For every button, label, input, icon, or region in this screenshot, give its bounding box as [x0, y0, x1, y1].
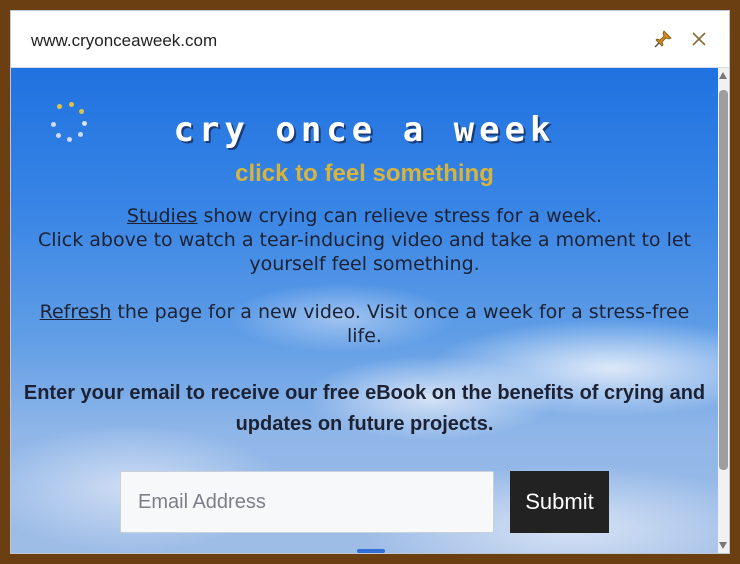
- url-label: www.cryonceaweek.com: [31, 31, 218, 50]
- browser-popup-window: www.cryonceaweek.com cry once a week cli…: [10, 10, 730, 554]
- signup-text: Enter your email to receive our free eBo…: [23, 382, 706, 435]
- refresh-text: the page for a new video. Visit once a w…: [111, 301, 690, 347]
- scrollbar[interactable]: [718, 68, 729, 553]
- scrollbar-thumb[interactable]: [719, 90, 728, 470]
- refresh-link[interactable]: Refresh: [40, 301, 112, 323]
- feel-something-link[interactable]: click to feel something: [11, 160, 718, 188]
- page-content: cry once a week click to feel something …: [11, 68, 718, 553]
- close-icon[interactable]: [687, 27, 711, 51]
- scroll-down-arrow-icon[interactable]: [719, 542, 727, 549]
- title-bar: www.cryonceaweek.com: [11, 11, 729, 68]
- intro-paragraph: Studies show crying can relieve stress f…: [23, 204, 706, 276]
- intro-text: show crying can relieve stress for a wee…: [197, 205, 603, 227]
- site-title: cry once a week: [173, 110, 556, 150]
- refresh-paragraph: Refresh the page for a new video. Visit …: [23, 300, 706, 348]
- bottom-resize-handle[interactable]: [357, 549, 385, 553]
- submit-button[interactable]: Submit: [510, 471, 609, 533]
- studies-link[interactable]: Studies: [127, 205, 197, 227]
- scroll-up-arrow-icon[interactable]: [719, 72, 727, 79]
- pushpin-icon[interactable]: [651, 27, 675, 51]
- email-field[interactable]: [120, 471, 494, 533]
- intro-text-line2: Click above to watch a tear-inducing vid…: [37, 229, 692, 275]
